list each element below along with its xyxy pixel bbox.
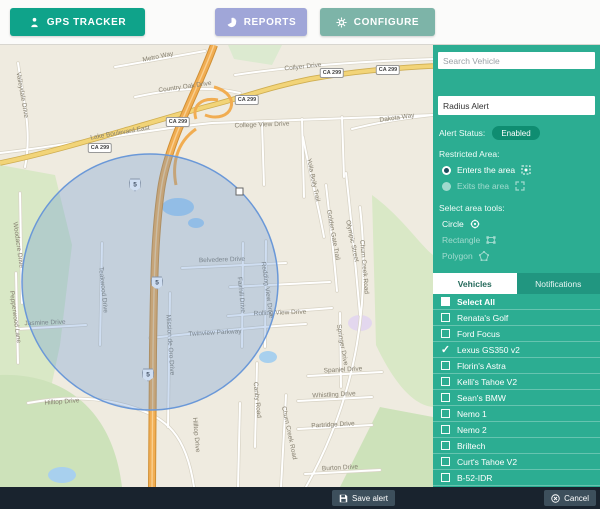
circle-tool-icon	[470, 219, 480, 229]
alert-name-input[interactable]	[438, 96, 595, 115]
bottom-action-bar: Save alert Cancel	[0, 487, 600, 509]
cancel-button[interactable]: Cancel	[544, 490, 596, 506]
vehicle-name: Florin's Astra	[457, 361, 506, 371]
vehicle-name: Sean's BMW	[457, 393, 506, 403]
radio-unselected-icon[interactable]	[442, 182, 451, 191]
vehicle-checkbox[interactable]	[441, 361, 450, 370]
vehicle-name: Nemo 2	[457, 425, 487, 435]
vehicle-list: Select All Renata's Golf Ford Focus ✓ Le…	[433, 294, 600, 486]
vehicle-row[interactable]: Sean's BMW	[433, 390, 600, 406]
tab-notifications[interactable]: Notifications	[517, 273, 600, 294]
vehicle-checkbox[interactable]	[441, 441, 450, 450]
vehicle-checkbox[interactable]	[441, 297, 450, 306]
reports-icon	[226, 17, 237, 28]
alert-status-row: Alert Status: Enabled	[439, 126, 594, 140]
area-tools-label: Select area tools:	[439, 203, 594, 213]
polygon-tool-label: Polygon	[442, 251, 473, 261]
configure-label: CONFIGURE	[354, 17, 419, 28]
gps-tracker-tab[interactable]: GPS TRACKER	[10, 8, 145, 36]
save-alert-button[interactable]: Save alert	[332, 490, 395, 506]
save-icon	[339, 494, 348, 503]
vehicle-checkbox[interactable]	[441, 377, 450, 386]
vehicle-checkbox[interactable]	[441, 473, 450, 482]
vehicle-checkbox[interactable]	[441, 409, 450, 418]
vehicle-row[interactable]: Florin's Astra	[433, 358, 600, 374]
enter-area-icon	[521, 165, 531, 175]
gps-tracker-icon	[29, 17, 40, 28]
alert-status-toggle[interactable]: Enabled	[492, 126, 539, 140]
search-vehicle-input[interactable]	[438, 52, 595, 69]
vehicle-checkbox[interactable]	[441, 393, 450, 402]
vehicle-row[interactable]: Curt's Tahoe V2	[433, 454, 600, 470]
vehicle-name: Lexus GS350 v2	[457, 345, 520, 355]
radio-selected-icon[interactable]	[442, 166, 451, 175]
sidebar-tabs: Vehicles Notifications	[433, 273, 600, 294]
vehicle-row[interactable]: Select All	[433, 294, 600, 310]
tool-rectangle[interactable]: Rectangle	[442, 232, 591, 248]
reports-tab[interactable]: REPORTS	[215, 8, 307, 36]
vehicle-name: Nemo 1	[457, 409, 487, 419]
alert-status-label: Alert Status:	[439, 128, 485, 138]
vehicle-row[interactable]: Nemo 2	[433, 422, 600, 438]
vehicle-checkbox[interactable]	[441, 457, 450, 466]
circle-resize-handle[interactable]	[236, 188, 243, 195]
circle-tool-label: Circle	[442, 219, 464, 229]
save-alert-label: Save alert	[352, 494, 388, 503]
vehicle-checkbox[interactable]	[441, 329, 450, 338]
vehicle-name: Briltech	[457, 441, 485, 451]
rectangle-tool-icon	[486, 235, 496, 245]
tool-circle[interactable]: Circle	[442, 216, 591, 232]
radio-exits-area[interactable]: Exits the area	[442, 178, 591, 194]
tool-polygon[interactable]: Polygon	[442, 248, 591, 264]
vehicle-row[interactable]: Ford Focus	[433, 326, 600, 342]
gps-tracker-app: GPS TRACKER REPORTS CONFIGURE	[0, 0, 600, 509]
vehicle-checkbox[interactable]: ✓	[441, 345, 450, 354]
vehicle-row[interactable]: ✓ Lexus GS350 v2	[433, 342, 600, 358]
polygon-tool-icon	[479, 251, 489, 261]
vehicle-name: B-52-IDR	[457, 473, 492, 483]
vehicle-name: Select All	[457, 297, 495, 307]
enters-area-option-label: Enters the area	[457, 165, 515, 175]
cancel-icon	[551, 494, 560, 503]
restricted-area-label: Restricted Area:	[439, 149, 594, 159]
configure-tab[interactable]: CONFIGURE	[320, 8, 435, 36]
vehicle-name: Kelli's Tahoe V2	[457, 377, 517, 387]
vehicle-row[interactable]: B-52-IDR	[433, 470, 600, 486]
vehicle-row[interactable]: Kelli's Tahoe V2	[433, 374, 600, 390]
exit-area-icon	[515, 181, 525, 191]
gps-tracker-label: GPS TRACKER	[47, 17, 126, 28]
rectangle-tool-label: Rectangle	[442, 235, 480, 245]
vehicle-checkbox[interactable]	[441, 425, 450, 434]
vehicle-row[interactable]: Briltech	[433, 438, 600, 454]
vehicle-row[interactable]: Nemo 1	[433, 406, 600, 422]
vehicle-name: Ford Focus	[457, 329, 500, 339]
alert-sidebar: Alert Status: Enabled Restricted Area: E…	[433, 45, 600, 487]
exits-area-option-label: Exits the area	[457, 181, 509, 191]
configure-icon	[336, 17, 347, 28]
top-nav: GPS TRACKER REPORTS CONFIGURE	[0, 0, 600, 45]
map-canvas[interactable]: Valleydale DriveMetro WayCountry Oak Dri…	[0, 45, 433, 487]
tab-vehicles[interactable]: Vehicles	[433, 273, 517, 294]
vehicle-name: Curt's Tahoe V2	[457, 457, 517, 467]
cancel-label: Cancel	[564, 494, 589, 503]
reports-label: REPORTS	[244, 17, 297, 28]
radio-enters-area[interactable]: Enters the area	[442, 162, 591, 178]
alert-area-overlay	[0, 45, 433, 487]
vehicle-checkbox[interactable]	[441, 313, 450, 322]
vehicle-name: Renata's Golf	[457, 313, 508, 323]
vehicle-row[interactable]: Renata's Golf	[433, 310, 600, 326]
